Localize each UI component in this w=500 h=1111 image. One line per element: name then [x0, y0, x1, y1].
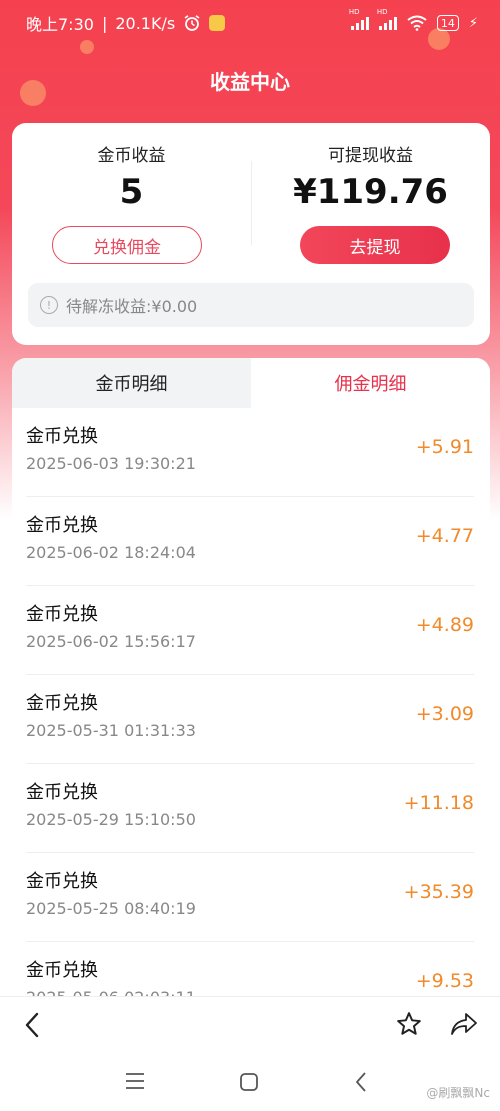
- details-tabs: 金币明细 佣金明细: [12, 358, 490, 408]
- app-notification-icon: [209, 15, 226, 31]
- status-bar: 晚上7:30 | 20.1K/s HD HD 14 ⚡: [0, 0, 500, 46]
- withdrawable-section: 可提现收益 ¥119.76: [251, 141, 490, 212]
- status-time: 晚上7:30: [26, 15, 94, 34]
- exchange-commission-button[interactable]: 兑换佣金: [52, 226, 202, 264]
- list-item[interactable]: 金币兑换 2025-06-02 18:24:04 +4.77: [26, 497, 474, 586]
- status-speed: 20.1K/s: [115, 13, 176, 33]
- info-icon: !: [40, 296, 58, 314]
- watermark: @刷飘飘Nc: [426, 1086, 490, 1100]
- star-icon[interactable]: [396, 1011, 422, 1037]
- tab-coin-details[interactable]: 金币明细: [12, 358, 251, 408]
- record-time: 2025-05-25 08:40:19: [26, 899, 196, 918]
- records-list: 金币兑换 2025-06-03 19:30:21 +5.91 金币兑换 2025…: [12, 408, 490, 998]
- record-time: 2025-05-29 15:10:50: [26, 810, 196, 829]
- record-title: 金币兑换: [26, 693, 98, 714]
- list-item[interactable]: 金币兑换 2025-05-25 08:40:19 +35.39: [26, 853, 474, 942]
- record-amount: +4.89: [415, 614, 474, 636]
- earnings-summary-card: 金币收益 5 可提现收益 ¥119.76 兑换佣金 去提现 ! 待解冻收益:¥0…: [12, 123, 490, 345]
- alarm-icon: [184, 15, 200, 31]
- chevron-left-icon[interactable]: [22, 1011, 42, 1039]
- record-amount: +5.91: [415, 436, 474, 458]
- record-title: 金币兑换: [26, 960, 98, 981]
- withdrawable-value: ¥119.76: [293, 172, 448, 212]
- battery-level: 14: [440, 16, 455, 30]
- coin-earnings-value: 5: [119, 172, 144, 212]
- signal-icon: HD: [349, 8, 369, 30]
- record-title: 金币兑换: [26, 782, 98, 803]
- pending-earnings-bar: ! 待解冻收益:¥0.00: [28, 283, 474, 327]
- coin-earnings-section: 金币收益 5: [12, 141, 251, 212]
- record-time: 2025-06-02 15:56:17: [26, 632, 196, 651]
- home-icon[interactable]: [239, 1072, 259, 1092]
- record-title: 金币兑换: [26, 426, 98, 447]
- record-amount: +11.18: [403, 792, 474, 814]
- system-nav-bar: @刷飘飘Nc: [0, 1052, 500, 1111]
- record-title: 金币兑换: [26, 871, 98, 892]
- back-triangle-icon[interactable]: [354, 1071, 368, 1093]
- record-time: 2025-06-02 18:24:04: [26, 543, 196, 562]
- wifi-icon: [407, 15, 427, 31]
- record-title: 金币兑换: [26, 604, 98, 625]
- charging-icon: ⚡: [468, 15, 478, 31]
- tab-commission-details[interactable]: 佣金明细: [251, 358, 490, 408]
- withdrawable-label: 可提现收益: [328, 146, 413, 166]
- coin-earnings-label: 金币收益: [97, 146, 166, 166]
- withdraw-button[interactable]: 去提现: [300, 226, 450, 264]
- share-icon[interactable]: [450, 1011, 478, 1037]
- record-time: 2025-05-31 01:31:33: [26, 721, 196, 740]
- menu-icon[interactable]: [125, 1072, 145, 1090]
- record-amount: +9.53: [415, 970, 474, 992]
- list-item[interactable]: 金币兑换 2025-05-29 15:10:50 +11.18: [26, 764, 474, 853]
- list-item[interactable]: 金币兑换 2025-06-03 19:30:21 +5.91: [26, 408, 474, 497]
- bottom-toolbar: [0, 996, 500, 1052]
- record-amount: +3.09: [415, 703, 474, 725]
- record-time: 2025-06-03 19:30:21: [26, 454, 196, 473]
- record-amount: +35.39: [403, 881, 474, 903]
- list-item[interactable]: 金币兑换 2025-05-06 02:03:11 +9.53: [26, 942, 474, 998]
- list-item[interactable]: 金币兑换 2025-06-02 15:56:17 +4.89: [26, 586, 474, 675]
- record-amount: +4.77: [415, 525, 474, 547]
- record-title: 金币兑换: [26, 515, 98, 536]
- page-title: 收益中心: [210, 70, 290, 94]
- battery-icon: 14: [436, 15, 459, 31]
- list-item[interactable]: 金币兑换 2025-05-31 01:31:33 +3.09: [26, 675, 474, 764]
- pending-earnings-text: 待解冻收益:¥0.00: [66, 297, 198, 316]
- details-panel: 金币明细 佣金明细 金币兑换 2025-06-03 19:30:21 +5.91…: [12, 358, 490, 998]
- signal-icon: HD: [377, 8, 397, 30]
- status-separator: |: [101, 13, 108, 33]
